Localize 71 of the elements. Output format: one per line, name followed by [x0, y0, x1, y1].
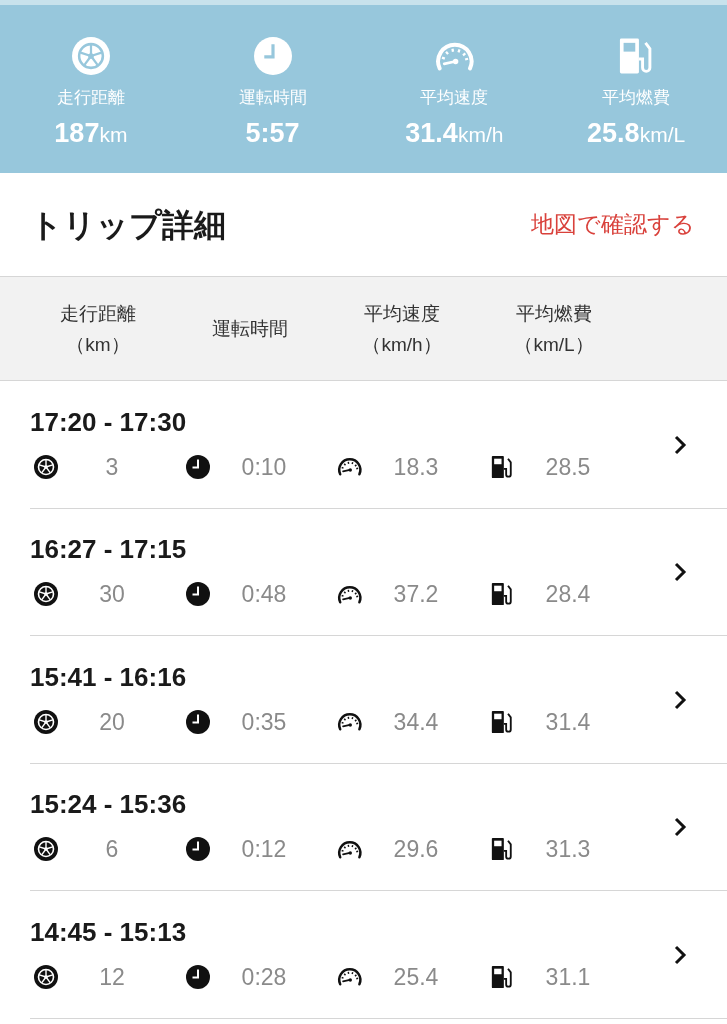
trip-value: 18.3 — [392, 452, 440, 482]
trip-value: 34.4 — [392, 707, 440, 737]
clock-icon — [186, 582, 210, 607]
trip-time: 15:41 - 16:16 — [30, 660, 188, 693]
stat-label: 走行距離 — [56, 87, 125, 109]
trip-value: 0:10 — [240, 452, 288, 482]
trip-row[interactable]: 17:20 - 17:30 3 0:10 18.3 28.5 — [0, 381, 727, 509]
section-title: トリップ詳細 — [30, 205, 226, 245]
wheel-icon — [34, 454, 58, 479]
trip-time: 16:27 - 17:15 — [30, 533, 188, 565]
trip-value: 29.6 — [392, 835, 440, 864]
column-header: 平均速度 （km/h） — [361, 301, 443, 357]
clock-icon — [186, 454, 210, 479]
wheel-icon — [34, 582, 58, 607]
trip-value: 28.5 — [544, 452, 592, 482]
wheel-icon — [71, 37, 110, 75]
trip-value: 28.4 — [544, 580, 592, 609]
trip-value: 0:28 — [240, 962, 288, 992]
speedometer-icon — [336, 584, 364, 604]
trip-value: 20 — [98, 707, 126, 737]
stat-label: 平均速度 — [420, 87, 489, 109]
fuel-pump-icon — [490, 964, 514, 989]
trip-value: 3 — [104, 452, 120, 482]
trip-value: 37.2 — [392, 580, 440, 609]
trip-value: 30 — [98, 580, 126, 609]
trip-time: 17:20 - 17:30 — [30, 405, 188, 438]
trip-value: 31.3 — [544, 835, 592, 864]
trip-value: 31.4 — [544, 707, 592, 737]
wheel-icon — [34, 709, 58, 734]
fuel-pump-icon — [490, 837, 514, 862]
trip-row[interactable]: 16:27 - 17:15 30 0:48 37.2 28.4 — [0, 508, 727, 636]
fuel-pump-icon — [490, 582, 514, 607]
chevron-right-icon — [673, 433, 687, 456]
stat-value: 187km — [54, 116, 128, 150]
trip-value: 0:48 — [240, 580, 288, 609]
wheel-icon — [34, 837, 58, 862]
column-header: 走行距離 （km） — [59, 301, 137, 357]
speedometer-icon — [336, 967, 364, 987]
trip-time: 15:24 - 15:36 — [30, 788, 188, 820]
clock-icon — [186, 837, 210, 862]
trip-value: 12 — [98, 962, 126, 992]
stat-value: 5:57 — [245, 116, 300, 150]
column-header: 運転時間 — [211, 317, 289, 341]
speedometer-icon — [336, 712, 364, 732]
stat-value: 31.4km/h — [405, 116, 504, 150]
trip-value: 25.4 — [392, 962, 440, 992]
chevron-right-icon — [673, 943, 687, 966]
trip-value: 31.1 — [544, 962, 592, 992]
clock-icon — [186, 964, 210, 989]
fuel-pump-icon — [490, 709, 514, 734]
chevron-right-icon — [673, 688, 687, 711]
map-link[interactable]: 地図で確認する — [531, 207, 695, 242]
chevron-right-icon — [673, 561, 687, 584]
stat-value: 25.8km/L — [587, 116, 686, 150]
speedometer-icon — [336, 839, 364, 859]
trip-time: 14:45 - 15:13 — [30, 915, 188, 948]
trip-value: 6 — [104, 835, 120, 864]
fuel-pump-icon — [490, 454, 514, 479]
clock-icon — [186, 709, 210, 734]
stat-label: 運転時間 — [238, 87, 307, 109]
trip-row[interactable]: 15:41 - 16:16 20 0:35 34.4 31.4 — [0, 636, 727, 764]
column-header: 平均燃費 （km/L） — [513, 301, 595, 357]
speedometer-icon — [336, 457, 364, 477]
trip-row[interactable]: 14:45 - 15:13 12 0:28 25.4 31.1 — [0, 891, 727, 1019]
trip-value: 0:12 — [240, 835, 288, 864]
stat-label: 平均燃費 — [602, 87, 671, 109]
wheel-icon — [34, 964, 58, 989]
trip-value: 0:35 — [240, 707, 288, 737]
chevron-right-icon — [673, 816, 687, 839]
clock-icon — [253, 37, 292, 75]
trip-row[interactable]: 15:24 - 15:36 6 0:12 29.6 31.3 — [0, 763, 727, 891]
